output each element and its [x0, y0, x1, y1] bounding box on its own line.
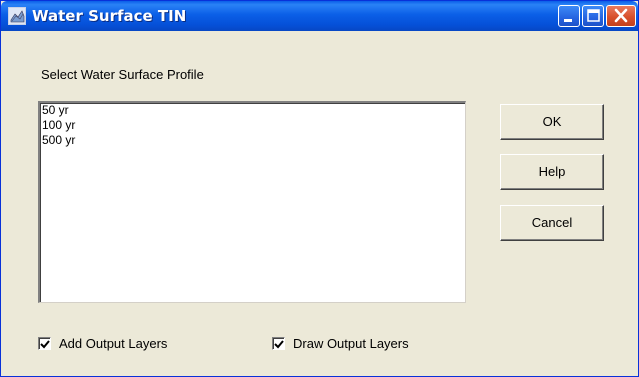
minimize-button[interactable] — [558, 5, 580, 27]
help-button[interactable]: Help — [500, 154, 604, 190]
checkmark-icon — [40, 339, 50, 348]
ok-button[interactable]: OK — [500, 104, 604, 140]
app-icon[interactable] — [8, 7, 26, 25]
list-item[interactable]: 500 yr — [40, 133, 465, 148]
checkmark-icon — [274, 339, 284, 348]
draw-output-layers-option[interactable]: Draw Output Layers — [272, 335, 409, 351]
add-output-layers-option[interactable]: Add Output Layers — [38, 335, 167, 351]
water-surface-tin-dialog: Water Surface TIN Select Water Surface P… — [0, 0, 639, 377]
draw-output-layers-label: Draw Output Layers — [293, 335, 409, 351]
add-output-layers-label: Add Output Layers — [59, 335, 168, 351]
list-item[interactable]: 50 yr — [40, 103, 465, 118]
profile-listbox[interactable]: 50 yr 100 yr 500 yr — [38, 101, 466, 303]
close-button[interactable] — [606, 5, 636, 27]
maximize-button[interactable] — [582, 5, 604, 27]
title-bar[interactable]: Water Surface TIN — [1, 1, 638, 31]
close-icon — [614, 8, 628, 23]
select-profile-label: Select Water Surface Profile — [41, 67, 204, 82]
add-output-layers-checkbox[interactable] — [38, 336, 51, 350]
list-item[interactable]: 100 yr — [40, 118, 465, 133]
cancel-button[interactable]: Cancel — [500, 205, 604, 241]
draw-output-layers-checkbox[interactable] — [272, 336, 285, 350]
window-title: Water Surface TIN — [32, 7, 187, 25]
maximize-icon — [587, 9, 600, 22]
minimize-icon — [564, 19, 572, 22]
